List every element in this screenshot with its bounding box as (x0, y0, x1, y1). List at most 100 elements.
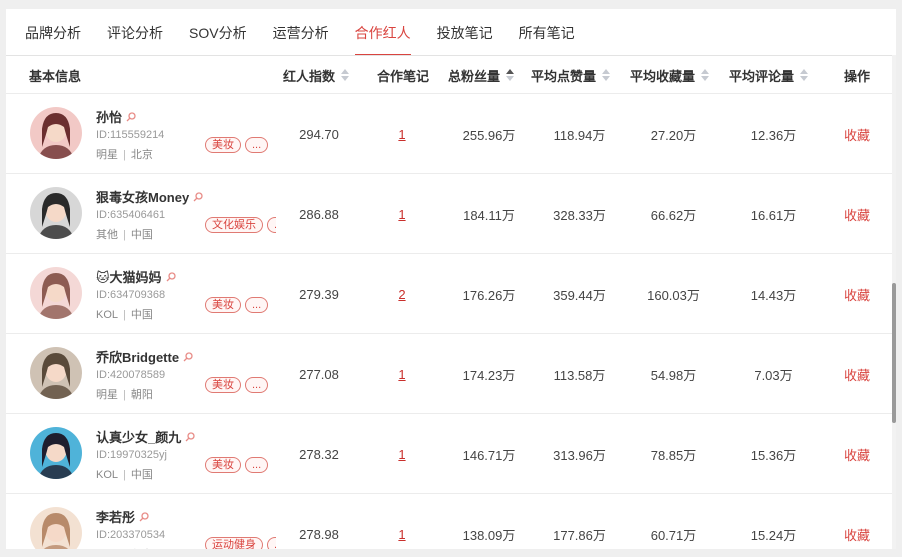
cooperation-notes-link-cell: 1 (371, 494, 433, 549)
category-tag[interactable]: ... (245, 377, 269, 393)
avg-likes: 113.58万 (553, 367, 606, 383)
avg-comments: 15.24万 (750, 527, 797, 543)
col-influencer-index[interactable]: 红人指数 (283, 56, 350, 94)
influencer-index-cell: 279.39 (284, 254, 354, 334)
collect-button-cell: 收藏 (836, 94, 878, 174)
table-row: 孙怡 ID:115559214 明星 | 北京 美妆... 294.70 1 255.96万 1… (6, 94, 892, 174)
influencer-id: ID:19970325yj (96, 449, 167, 461)
tag-list: 美妆... (205, 137, 276, 155)
col-total-fans[interactable]: 总粉丝量 (448, 56, 515, 94)
collect-button[interactable]: 收藏 (844, 365, 870, 384)
category-tag[interactable]: ... (267, 217, 276, 233)
avg-collects: 160.03万 (647, 287, 700, 303)
collect-button[interactable]: 收藏 (844, 445, 870, 464)
table-row: 🐱大猫妈妈 ID:634709368 KOL | 中国 美妆... 279.39 2 176.… (6, 254, 892, 334)
tab-0[interactable]: 品牌分析 (25, 23, 81, 55)
influencer-id: ID:635406461 (96, 209, 166, 221)
sort-icon[interactable] (602, 69, 611, 81)
col-cooperation-notes: 合作笔记 (377, 68, 430, 84)
search-zoom-icon[interactable] (185, 431, 195, 442)
influencer-id: ID:115559214 (96, 129, 165, 141)
avatar[interactable] (30, 507, 82, 549)
category-tag[interactable]: 美妆 (205, 297, 241, 313)
avg-comments: 16.61万 (750, 207, 797, 223)
col-avg-comments[interactable]: 平均评论量 (729, 56, 809, 94)
influencer-index-cell: 294.70 (284, 94, 354, 174)
category-tag[interactable]: ... (245, 137, 269, 153)
category-tag[interactable]: ... (267, 537, 276, 549)
table-row: 李若彤 ID:203370534 明星|北京 运动健身... 278.98 1 138.0… (6, 494, 892, 549)
search-zoom-icon[interactable] (166, 271, 176, 282)
tab-5[interactable]: 投放笔记 (437, 23, 493, 55)
cooperation-notes-link[interactable]: 1 (398, 447, 405, 462)
avg-comments: 7.03万 (754, 367, 793, 383)
search-zoom-icon[interactable] (126, 111, 136, 122)
category-tag[interactable]: 美妆 (205, 137, 241, 153)
table-body: 孙怡 ID:115559214 明星 | 北京 美妆... 294.70 1 255.96万 1… (6, 94, 892, 549)
category-tag[interactable]: ... (245, 297, 269, 313)
category-tag[interactable]: 文化娱乐 (205, 217, 263, 233)
avatar[interactable] (30, 187, 82, 239)
tab-6[interactable]: 所有笔记 (519, 23, 575, 55)
sort-icon[interactable] (800, 69, 809, 81)
cooperation-notes-link-cell: 1 (371, 94, 433, 174)
tab-2[interactable]: SOV分析 (189, 23, 247, 55)
influencer-id: ID:420078589 (96, 369, 166, 381)
influencer-meta: 明星|北京 (96, 149, 153, 161)
sort-icon[interactable] (701, 69, 710, 81)
avg-likes-cell: 118.94万 (532, 94, 627, 174)
avatar[interactable] (30, 267, 82, 319)
cooperation-notes-link[interactable]: 1 (398, 527, 405, 542)
influencer-name[interactable]: 李若彤 (96, 507, 149, 526)
avg-collects: 78.85万 (650, 447, 697, 463)
avg-likes-cell: 328.33万 (532, 174, 627, 254)
avatar[interactable] (30, 107, 82, 159)
cooperation-notes-link[interactable]: 1 (398, 367, 405, 382)
total-fans: 255.96万 (462, 127, 516, 143)
collect-button[interactable]: 收藏 (844, 125, 870, 144)
tag-list: 美妆... (205, 297, 276, 315)
scrollbar-thumb[interactable] (892, 283, 896, 423)
category-tag[interactable]: ... (245, 457, 269, 473)
search-zoom-icon[interactable] (139, 511, 149, 522)
collect-button[interactable]: 收藏 (844, 525, 870, 544)
influencer-id: ID:634709368 (96, 289, 166, 301)
col-avg-likes[interactable]: 平均点赞量 (531, 56, 611, 94)
vertical-scrollbar[interactable] (892, 55, 896, 549)
influencer-index: 286.88 (299, 206, 339, 222)
influencer-name[interactable]: 孙怡 (96, 107, 136, 126)
category-tag[interactable]: 美妆 (205, 457, 241, 473)
category-tag[interactable]: 运动健身 (205, 537, 263, 549)
search-zoom-icon[interactable] (183, 351, 193, 362)
avatar[interactable] (30, 427, 82, 479)
influencer-name[interactable]: 乔欣Bridgette (96, 347, 193, 366)
influencer-index: 278.98 (299, 526, 339, 542)
sort-icon[interactable] (341, 69, 350, 81)
search-zoom-icon[interactable] (193, 191, 203, 202)
tab-4[interactable]: 合作红人 (354, 23, 411, 56)
table-header: 基本信息 红人指数 合作笔记 总粉丝量 平均点赞量 平均收藏量 平均评论量 操作 (6, 56, 892, 94)
tab-3[interactable]: 运营分析 (273, 23, 329, 55)
avg-likes: 328.33万 (553, 207, 606, 223)
influencer-name[interactable]: 🐱大猫妈妈 (96, 267, 176, 286)
col-avg-collects[interactable]: 平均收藏量 (630, 56, 710, 94)
avg-likes: 177.86万 (553, 527, 606, 543)
cooperation-notes-link[interactable]: 1 (398, 207, 405, 222)
cooperation-notes-link-cell: 1 (371, 414, 433, 494)
collect-button[interactable]: 收藏 (844, 205, 870, 224)
influencer-table: 基本信息 红人指数 合作笔记 总粉丝量 平均点赞量 平均收藏量 平均评论量 操作… (6, 55, 892, 549)
influencer-name[interactable]: 狠毒女孩Money (96, 187, 203, 206)
influencer-index: 294.70 (299, 126, 339, 142)
total-fans-cell: 255.96万 (446, 94, 532, 174)
cooperation-notes-link[interactable]: 2 (398, 287, 405, 302)
avatar[interactable] (30, 347, 82, 399)
influencer-name[interactable]: 认真少女_颜九 (96, 427, 195, 446)
cooperation-notes-link[interactable]: 1 (398, 127, 405, 142)
category-tag[interactable]: 美妆 (205, 377, 241, 393)
tag-list: 美妆... (205, 457, 276, 475)
table-row: 乔欣Bridgette ID:420078589 明星 | 朝阳 美妆... 277.08… (6, 334, 892, 414)
avg-comments-cell: 15.36万 (726, 414, 821, 494)
sort-icon[interactable] (506, 69, 515, 81)
tab-1[interactable]: 评论分析 (107, 23, 163, 55)
collect-button[interactable]: 收藏 (844, 285, 870, 304)
